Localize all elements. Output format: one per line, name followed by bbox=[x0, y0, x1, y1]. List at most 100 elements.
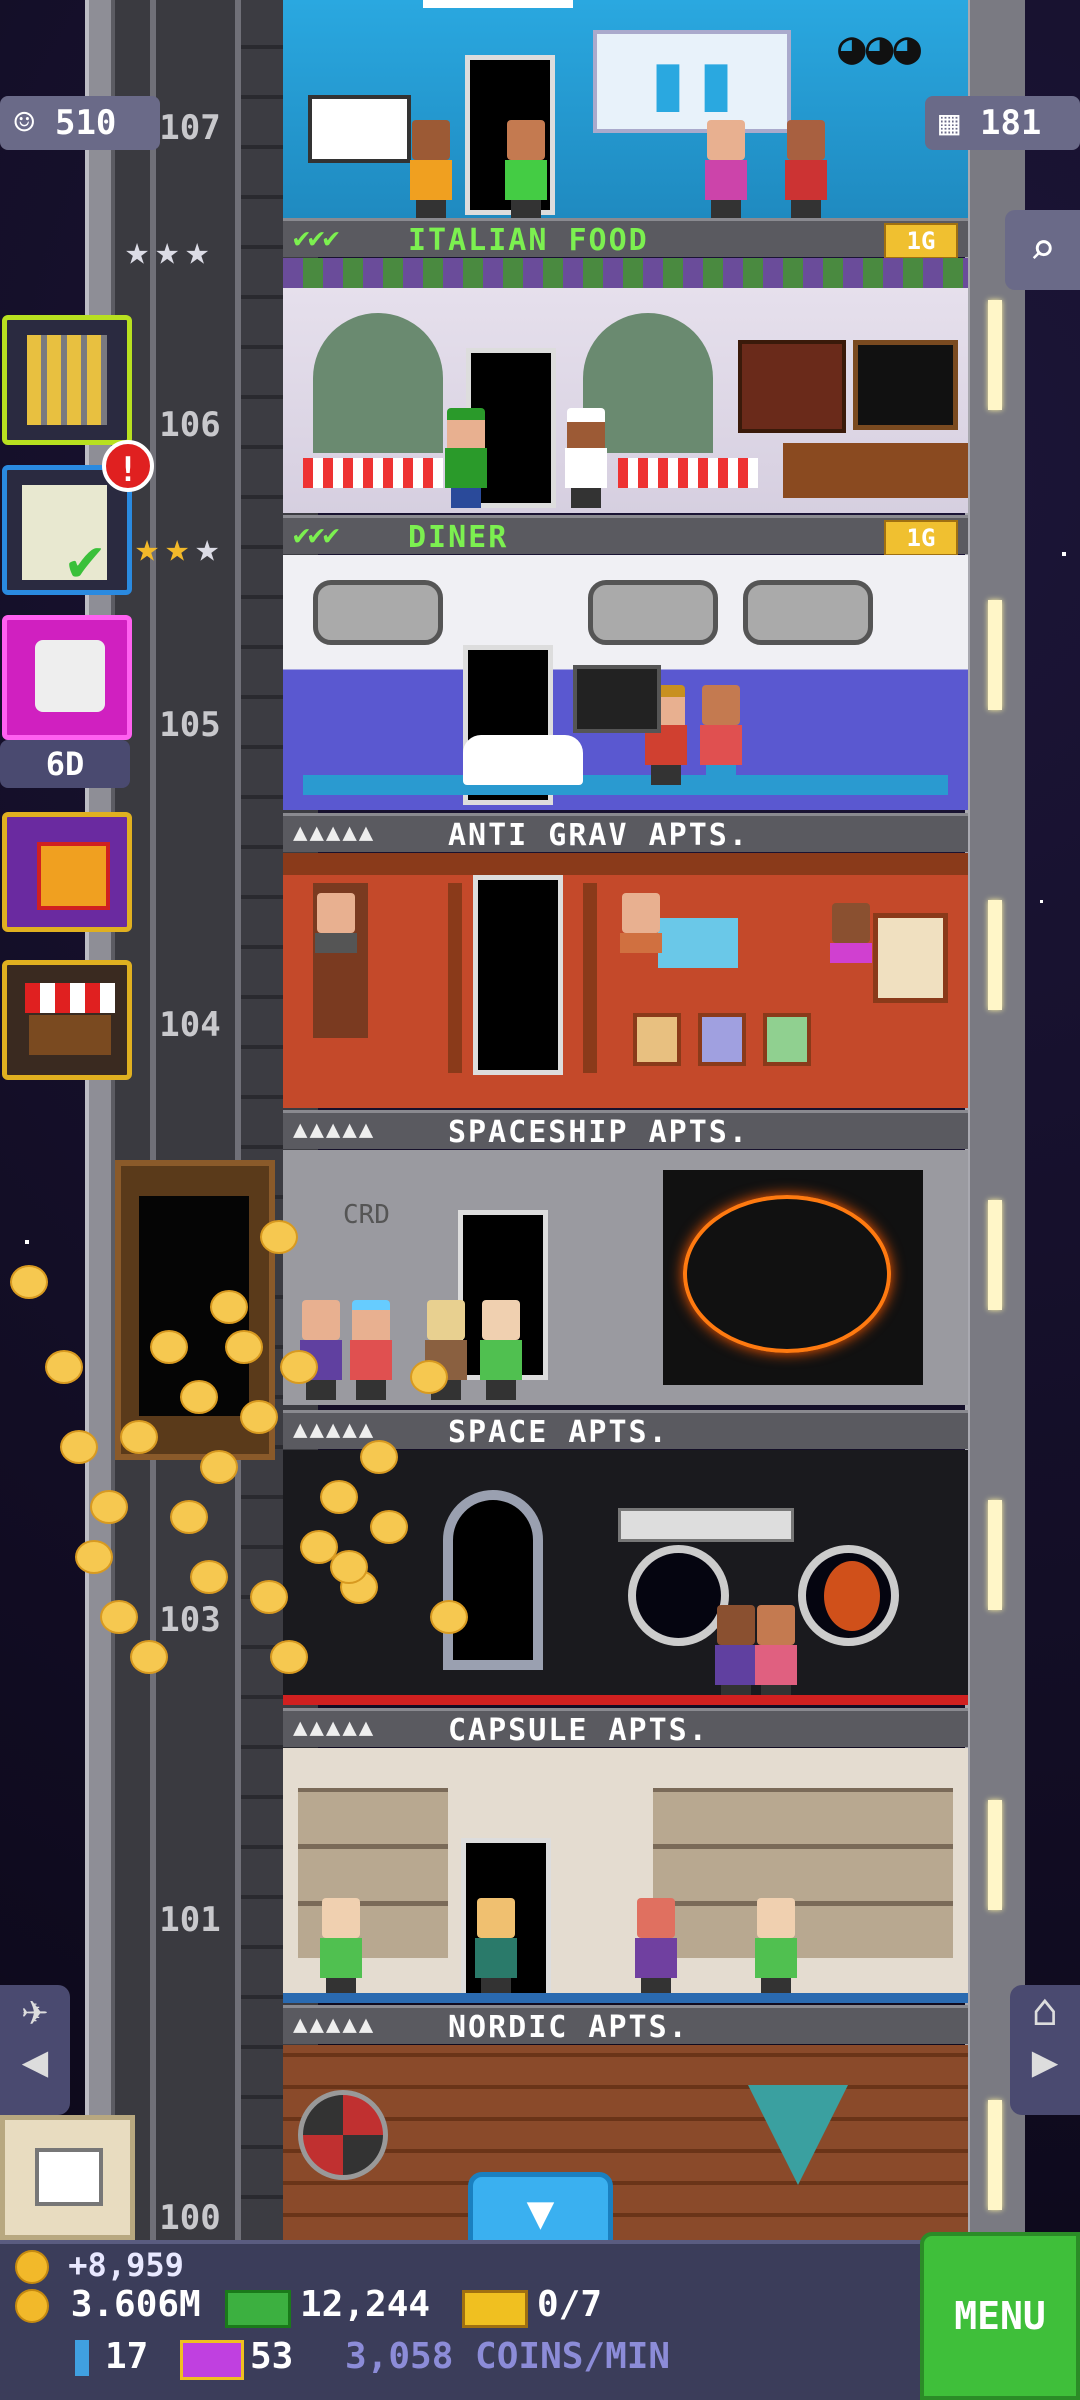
home-button[interactable]: ⌂ ▶ bbox=[1010, 1985, 1080, 2115]
building-icon bbox=[27, 335, 107, 425]
floor-name: SPACE APTS. bbox=[448, 1415, 669, 1450]
bitizen[interactable] bbox=[753, 1605, 799, 1705]
floor-trim bbox=[283, 1993, 968, 2003]
rating-stars: ▲▲▲▲▲ bbox=[293, 1713, 376, 1741]
rating-stars: ▲▲▲▲▲ bbox=[293, 2010, 376, 2038]
support-beam bbox=[583, 883, 597, 1073]
bitizen[interactable] bbox=[703, 120, 749, 218]
bitizen[interactable] bbox=[408, 120, 454, 218]
flying-coin bbox=[180, 1380, 218, 1414]
floor-label-bar[interactable]: ▲▲▲▲▲ CAPSULE APTS. bbox=[283, 1708, 968, 1748]
flying-coin bbox=[410, 1360, 448, 1394]
flying-coin bbox=[190, 1560, 228, 1594]
floating-bitizen[interactable] bbox=[313, 893, 359, 953]
floor-name: NORDIC APTS. bbox=[448, 2010, 689, 2045]
floor-label-bar[interactable]: ▲▲▲▲▲ SPACESHIP APTS. bbox=[283, 1110, 968, 1150]
floor-trim bbox=[283, 1695, 968, 1705]
bottom-status-bar: +8,959 3.606M 12,244 0/7 17 53 3,058 COI… bbox=[0, 2240, 1080, 2400]
flying-coin bbox=[330, 1550, 368, 1584]
floating-bitizen[interactable] bbox=[618, 893, 664, 953]
bitizen[interactable] bbox=[783, 120, 829, 218]
visit-plane-button[interactable]: ✈ ◀ bbox=[0, 1985, 70, 2115]
porthole-window bbox=[588, 580, 718, 645]
search-button[interactable]: ⌕ bbox=[1005, 210, 1080, 290]
plane-icon: ✈ bbox=[21, 1985, 49, 2036]
vip-count: 53 bbox=[250, 2336, 294, 2377]
tower-window bbox=[988, 1500, 1002, 1610]
flying-coin bbox=[370, 1510, 408, 1544]
floor-diner[interactable] bbox=[283, 555, 968, 810]
build-floor-button[interactable] bbox=[2, 315, 132, 445]
porthole-planet bbox=[798, 1545, 899, 1646]
bitizen[interactable] bbox=[473, 1898, 519, 1998]
flying-coin bbox=[130, 1640, 168, 1674]
bitizen[interactable] bbox=[633, 1898, 679, 1998]
floor-top-office[interactable]: ▮▮ ◕◕◕ bbox=[283, 0, 968, 218]
inventory-button[interactable] bbox=[0, 2115, 135, 2240]
bitizen[interactable] bbox=[443, 408, 489, 508]
floor-name: CAPSULE APTS. bbox=[448, 1713, 709, 1748]
floor-name: ITALIAN FOOD bbox=[408, 223, 649, 258]
elevator-rating-stars: ★★★ bbox=[125, 228, 216, 274]
floor-number: 101 bbox=[159, 1900, 221, 1940]
control-panel bbox=[618, 1508, 794, 1542]
flying-coin bbox=[320, 1480, 358, 1514]
porthole-window bbox=[313, 580, 443, 645]
capsule-pods bbox=[653, 1788, 953, 1958]
grape-vines bbox=[283, 258, 968, 288]
floor-counter[interactable]: ▦ 181 bbox=[925, 96, 1080, 150]
bitizen[interactable] bbox=[318, 1898, 364, 1998]
floating-bitizen[interactable] bbox=[828, 903, 874, 963]
floor-number: 103 bbox=[159, 1600, 221, 1640]
flying-coin bbox=[75, 1540, 113, 1574]
checkmark-icon: ✔ bbox=[67, 525, 104, 595]
left-arrow-icon: ◀ bbox=[21, 2036, 49, 2087]
floor-number: 104 bbox=[159, 1005, 221, 1045]
ceiling-light bbox=[423, 0, 573, 8]
floor-capsule-apts[interactable] bbox=[283, 1748, 968, 2003]
dice-button[interactable] bbox=[2, 615, 132, 740]
coins-total: 3.606M bbox=[70, 2284, 201, 2325]
right-arrow-icon: ▶ bbox=[1031, 2036, 1059, 2087]
vip-icon bbox=[180, 2340, 244, 2380]
population-counter[interactable]: ☺ 510 bbox=[0, 96, 160, 150]
support-beam bbox=[448, 883, 462, 1073]
wall-picture bbox=[633, 1013, 681, 1066]
bitizen[interactable] bbox=[478, 1300, 524, 1400]
floor-label-bar[interactable]: ▲▲▲▲▲ ANTI GRAV APTS. bbox=[283, 813, 968, 853]
floor-space-apts[interactable] bbox=[283, 1450, 968, 1705]
flying-coin bbox=[150, 1330, 188, 1364]
down-arrow-icon: ▼ bbox=[526, 2185, 555, 2239]
bitizen[interactable] bbox=[503, 120, 549, 218]
bitizen[interactable] bbox=[698, 685, 744, 785]
coins-per-minute: 3,058 COINS/MIN bbox=[345, 2336, 671, 2377]
floor-label-bar[interactable]: ✔✔✔ DINER 1G bbox=[283, 515, 968, 556]
tower-window bbox=[988, 900, 1002, 1010]
flying-coin bbox=[120, 1420, 158, 1454]
porthole-window bbox=[743, 580, 873, 645]
menu-button[interactable]: MENU bbox=[920, 2232, 1080, 2400]
dice-icon bbox=[35, 640, 105, 712]
flying-coin bbox=[260, 1220, 298, 1254]
tower-window bbox=[988, 600, 1002, 710]
floor-anti-grav-apts[interactable] bbox=[283, 853, 968, 1108]
chef[interactable] bbox=[563, 408, 609, 508]
checkered-table bbox=[303, 458, 443, 488]
gift-button[interactable] bbox=[2, 812, 132, 932]
bitizen[interactable] bbox=[348, 1300, 394, 1400]
floor-italian-food[interactable] bbox=[283, 258, 968, 513]
polar-bear[interactable] bbox=[463, 735, 583, 785]
floor-spaceship-apts[interactable]: CRD bbox=[283, 1150, 968, 1405]
coin-icon bbox=[15, 2289, 49, 2323]
floor-nordic-apts[interactable] bbox=[283, 2045, 968, 2245]
floor-label-bar[interactable]: ✔✔✔ ITALIAN FOOD 1G bbox=[283, 218, 968, 259]
floor-label-bar[interactable]: ▲▲▲▲▲ NORDIC APTS. bbox=[283, 2005, 968, 2045]
bitizen[interactable] bbox=[753, 1898, 799, 1998]
box-icon bbox=[35, 2148, 103, 2206]
flying-coin bbox=[60, 1430, 98, 1464]
key-icon bbox=[75, 2340, 89, 2376]
counter bbox=[783, 443, 968, 498]
flying-coin bbox=[170, 1500, 208, 1534]
market-button[interactable] bbox=[2, 960, 132, 1080]
floor-name: SPACESHIP APTS. bbox=[448, 1115, 749, 1150]
